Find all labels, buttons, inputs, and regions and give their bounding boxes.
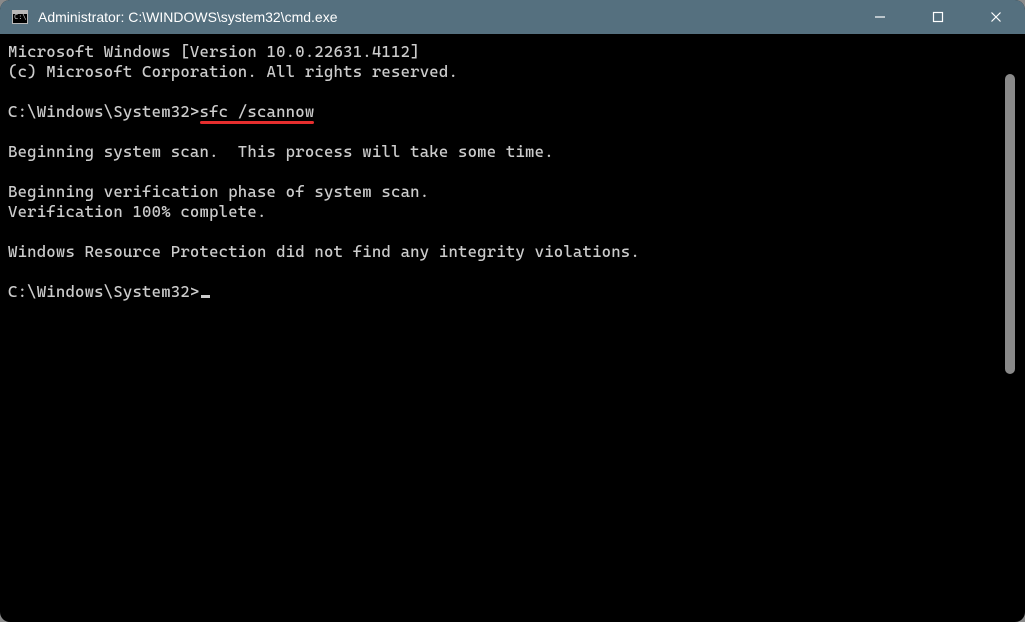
copyright-line: (c) Microsoft Corporation. All rights re…	[8, 62, 458, 81]
window-title: Administrator: C:\WINDOWS\system32\cmd.e…	[38, 9, 338, 25]
maximize-button[interactable]	[909, 0, 967, 34]
close-icon	[990, 11, 1002, 23]
verification-complete-line: Verification 100% complete.	[8, 202, 267, 221]
maximize-icon	[932, 11, 944, 23]
version-line: Microsoft Windows [Version 10.0.22631.41…	[8, 42, 420, 61]
prompt-2: C:\Windows\System32>	[8, 282, 200, 301]
begin-scan-line: Beginning system scan. This process will…	[8, 142, 554, 161]
cmd-icon: C:\	[10, 7, 30, 27]
entered-command: sfc /scannow	[200, 102, 315, 121]
begin-verification-line: Beginning verification phase of system s…	[8, 182, 429, 201]
minimize-button[interactable]	[851, 0, 909, 34]
prompt-1-path: C:\Windows\System32>	[8, 102, 200, 121]
scrollbar-thumb[interactable]	[1005, 74, 1015, 374]
title-bar[interactable]: C:\ Administrator: C:\WINDOWS\system32\c…	[0, 0, 1025, 34]
result-line: Windows Resource Protection did not find…	[8, 242, 640, 261]
cmd-window: C:\ Administrator: C:\WINDOWS\system32\c…	[0, 0, 1025, 622]
terminal-area[interactable]: Microsoft Windows [Version 10.0.22631.41…	[4, 34, 1021, 618]
text-cursor	[201, 295, 210, 298]
terminal-output: Microsoft Windows [Version 10.0.22631.41…	[8, 42, 1017, 302]
minimize-icon	[874, 11, 886, 23]
close-button[interactable]	[967, 0, 1025, 34]
